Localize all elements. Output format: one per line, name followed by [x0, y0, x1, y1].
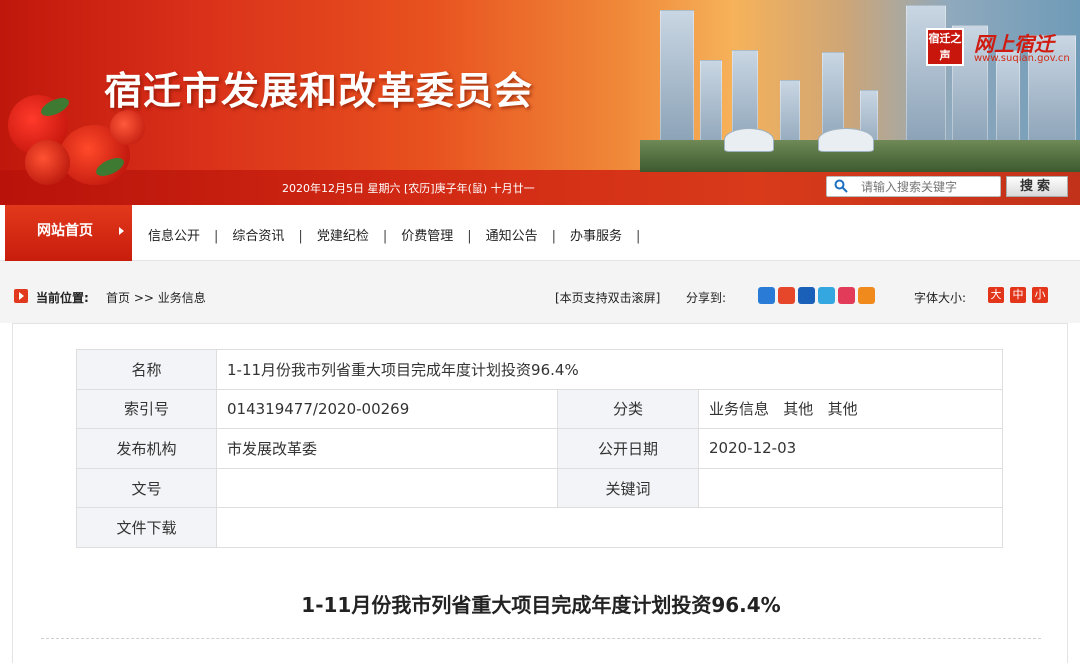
breadcrumb[interactable]: 首页 >> 业务信息	[106, 289, 206, 306]
location-bar: 当前位置: 首页 >> 业务信息 [本页支持双击滚屏] 分享到: 字体大小: 大…	[0, 261, 1080, 323]
nav-item-price-management[interactable]: 价费管理	[401, 225, 453, 244]
double-click-scroll-hint: [本页支持双击滚屏]	[555, 291, 661, 305]
search-icon	[834, 179, 848, 193]
nav-item-notices[interactable]: 通知公告	[486, 225, 538, 244]
nav-separator: |	[214, 229, 219, 244]
download-label: 文件下载	[76, 507, 217, 548]
site-banner: 宿迁市发展和改革委员会 宿迁之声 网上宿迁 www.suqian.gov.cn …	[0, 0, 1080, 205]
table-row: 文号 关键词	[76, 467, 1003, 509]
main-nav: 网站首页 信息公开 | 综合资讯 | 党建纪检 | 价费管理 | 通知公告 | 办事服务 |	[0, 205, 1080, 261]
arrow-right-icon	[14, 289, 28, 303]
share-label: 分享到:	[686, 291, 727, 305]
font-size-large-button[interactable]: 大	[988, 287, 1004, 303]
kaixin-icon[interactable]	[838, 287, 855, 304]
name-label: 名称	[76, 349, 217, 390]
nav-separator: |	[467, 229, 472, 244]
site-logo-badge[interactable]: 宿迁之声	[926, 28, 964, 66]
search-input[interactable]	[826, 176, 1001, 197]
qzone-icon[interactable]	[758, 287, 775, 304]
nav-item-news[interactable]: 综合资讯	[232, 225, 284, 244]
more-share-icon[interactable]	[858, 287, 875, 304]
keyword-value	[698, 467, 1003, 509]
table-row: 名称 1-11月份我市列省重大项目完成年度计划投资96.4%	[76, 349, 1003, 390]
chevron-right-icon	[119, 227, 124, 235]
stadium-dome	[724, 128, 774, 152]
index-label: 索引号	[76, 388, 217, 430]
font-size-label: 字体大小:	[914, 291, 967, 305]
nav-item-party-discipline[interactable]: 党建纪检	[317, 225, 369, 244]
font-size-small-button[interactable]: 小	[1032, 287, 1048, 303]
download-value[interactable]	[216, 507, 1003, 548]
content-area: 名称 1-11月份我市列省重大项目完成年度计划投资96.4% 索引号 01431…	[12, 323, 1068, 663]
site-logo-url[interactable]: www.suqian.gov.cn	[974, 53, 1070, 64]
location-label: 当前位置:	[36, 291, 89, 305]
stadium-dome	[818, 128, 874, 152]
docno-label: 文号	[76, 467, 217, 509]
category-value: 业务信息 其他 其他	[698, 388, 1003, 430]
publisher-value: 市发展改革委	[216, 428, 558, 469]
table-row: 发布机构 市发展改革委 公开日期 2020-12-03	[76, 428, 1003, 469]
flower-decoration	[25, 140, 70, 185]
article-title: 1-11月份我市列省重大项目完成年度计划投资96.4%	[301, 593, 781, 617]
renren-icon[interactable]	[798, 287, 815, 304]
nav-separator: |	[382, 229, 388, 244]
font-size-medium-button[interactable]: 中	[1010, 287, 1026, 303]
table-row: 文件下载	[76, 507, 1003, 548]
nav-item-info-disclosure[interactable]: 信息公开	[148, 225, 200, 244]
nav-item-services[interactable]: 办事服务	[570, 225, 622, 244]
flower-decoration	[110, 110, 145, 145]
tencent-weibo-icon[interactable]	[818, 287, 835, 304]
title-divider	[41, 638, 1041, 639]
docno-value	[216, 467, 558, 509]
date-label: 公开日期	[557, 428, 699, 469]
table-row: 索引号 014319477/2020-00269 分类 业务信息 其他 其他	[76, 388, 1003, 430]
date-text: 2020年12月5日 星期六 [农历]庚子年(鼠) 十月廿一	[282, 182, 535, 195]
nav-separator: |	[298, 229, 303, 244]
nav-separator: |	[636, 229, 641, 244]
search-button[interactable]: 搜索	[1006, 176, 1068, 197]
publisher-label: 发布机构	[76, 428, 217, 469]
nav-separator: |	[551, 229, 557, 244]
nav-items: 信息公开 | 综合资讯 | 党建纪检 | 价费管理 | 通知公告 | 办事服务 |	[148, 225, 654, 244]
nav-home-label: 网站首页	[37, 223, 93, 239]
category-label: 分类	[557, 388, 699, 430]
site-title: 宿迁市发展和改革委员会	[104, 68, 534, 113]
index-value: 014319477/2020-00269	[216, 388, 558, 430]
keyword-label: 关键词	[557, 467, 699, 509]
document-meta-table: 名称 1-11月份我市列省重大项目完成年度计划投资96.4% 索引号 01431…	[76, 349, 1003, 548]
name-value: 1-11月份我市列省重大项目完成年度计划投资96.4%	[216, 349, 1003, 390]
weibo-icon[interactable]	[778, 287, 795, 304]
nav-home[interactable]: 网站首页	[5, 205, 132, 261]
date-value: 2020-12-03	[698, 428, 1003, 469]
